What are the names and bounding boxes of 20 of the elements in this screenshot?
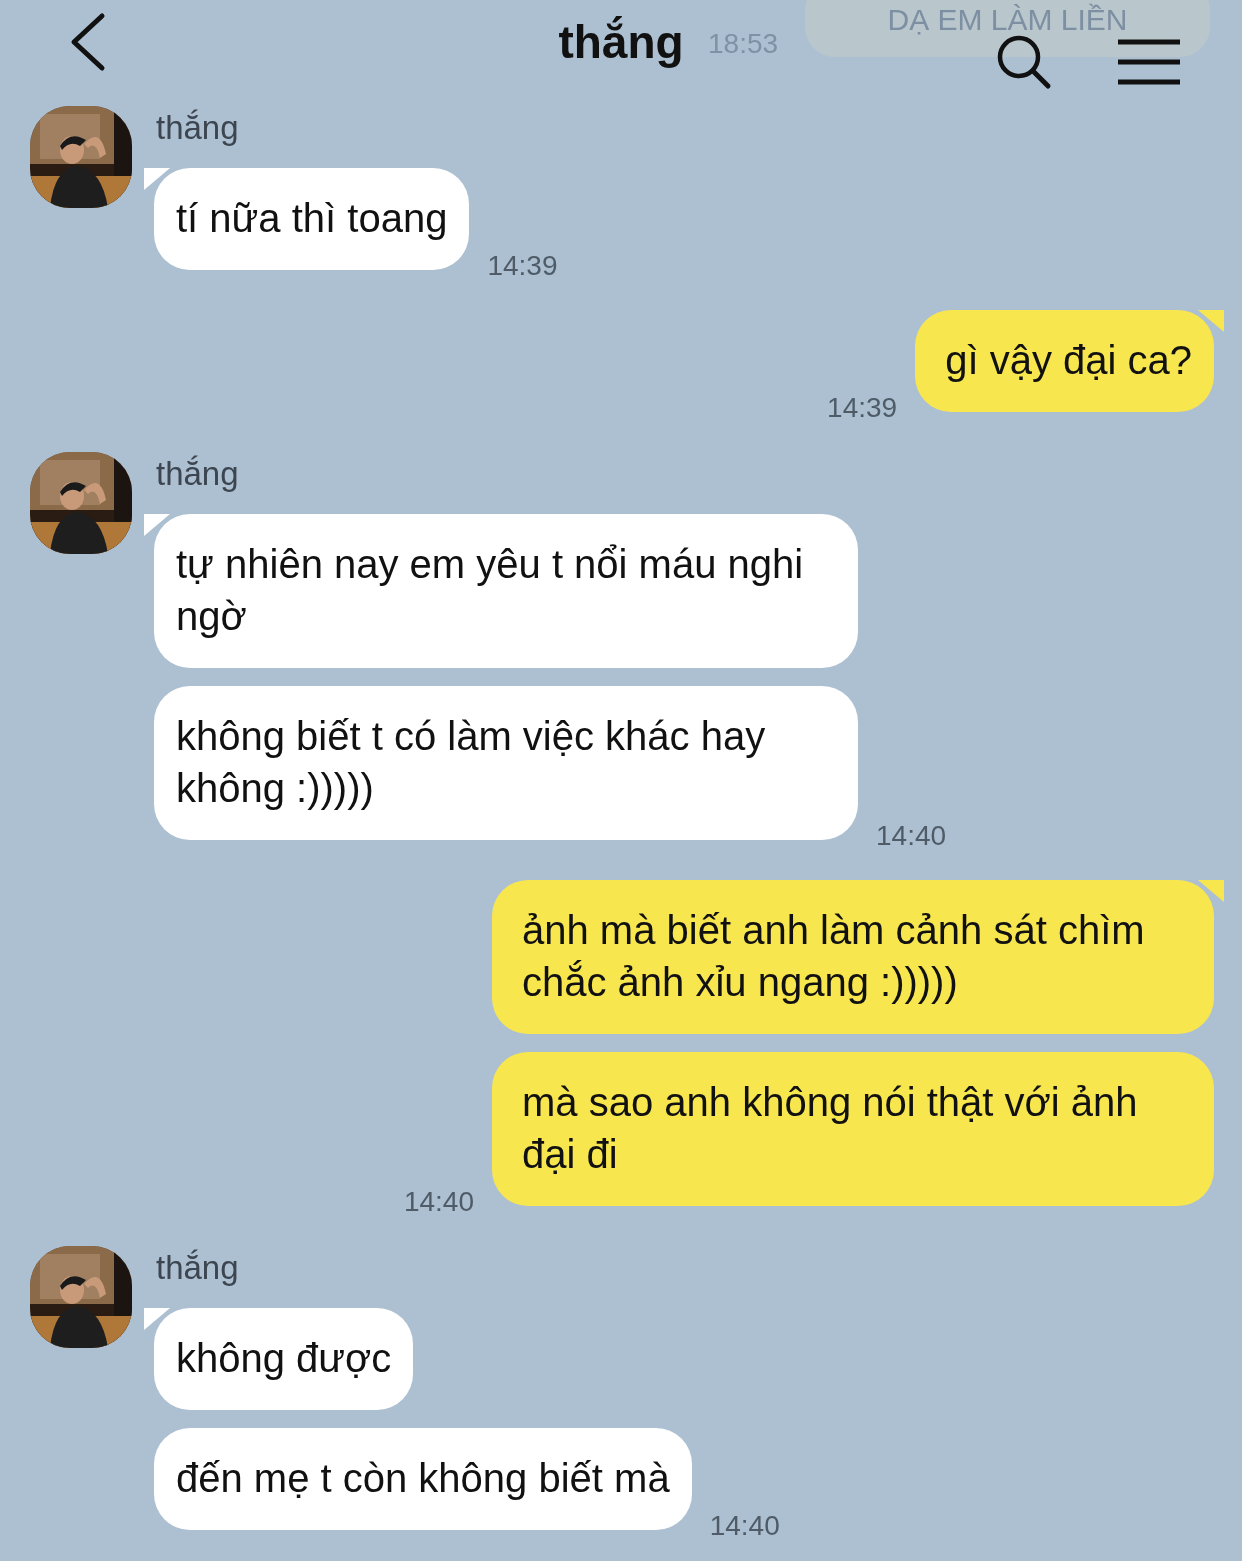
message-time: 14:40 bbox=[709, 1510, 780, 1542]
sender-name: thắng bbox=[156, 108, 239, 148]
message-time: 14:39 bbox=[827, 392, 898, 424]
menu-icon[interactable] bbox=[1118, 39, 1180, 85]
message-time: 14:40 bbox=[403, 1186, 474, 1218]
message-time: 14:39 bbox=[487, 250, 558, 282]
bubble-tail bbox=[144, 168, 170, 190]
bubble-tail bbox=[1198, 310, 1224, 332]
message-bubble: không biết t có làm việc khác hay không :))))) bbox=[154, 686, 858, 840]
sender-name: thắng bbox=[156, 454, 239, 494]
bubble-tail bbox=[144, 514, 170, 536]
message-time: 14:40 bbox=[876, 820, 947, 852]
faded-message: DẠ EM LÀM LIỀN bbox=[805, 0, 1210, 57]
bubble-tail bbox=[144, 1308, 170, 1330]
search-icon[interactable] bbox=[996, 34, 1052, 90]
bubble-tail bbox=[1198, 880, 1224, 902]
sender-name: thắng bbox=[156, 1248, 239, 1288]
chat-title: thắng bbox=[558, 15, 684, 69]
message-bubble: đến mẹ t còn không biết mà bbox=[154, 1428, 692, 1530]
message-bubble: mà sao anh không nói thật với ảnh đại đi bbox=[492, 1052, 1214, 1206]
